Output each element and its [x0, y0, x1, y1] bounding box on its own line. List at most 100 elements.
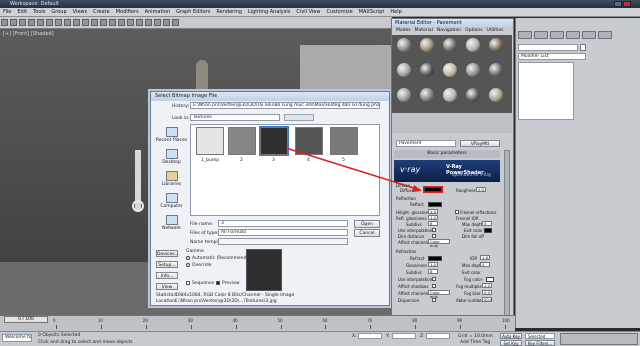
- menu-maxscript[interactable]: MAXScript: [356, 8, 388, 16]
- material-sample-sphere[interactable]: [420, 63, 434, 77]
- nav-libraries[interactable]: Libraries: [155, 170, 188, 192]
- filename-input[interactable]: 3: [218, 220, 348, 227]
- menu-tools[interactable]: Tools: [30, 8, 48, 16]
- render-frame-icon[interactable]: [163, 19, 170, 26]
- minimize-button[interactable]: [614, 1, 622, 7]
- menu-create[interactable]: Create: [90, 8, 113, 16]
- render-icon[interactable]: [172, 19, 179, 26]
- material-sample-sphere[interactable]: [466, 88, 480, 102]
- menu-rendering[interactable]: Rendering: [213, 8, 245, 16]
- sequence-checkbox[interactable]: [186, 281, 190, 285]
- thumbnail-4[interactable]: [295, 127, 323, 155]
- curve-editor-icon[interactable]: [127, 19, 134, 26]
- object-name-input[interactable]: [518, 44, 578, 51]
- cancel-button[interactable]: Cancel: [354, 229, 380, 237]
- preview-checkbox[interactable]: [216, 281, 220, 285]
- menu-animation[interactable]: Animation: [142, 8, 174, 16]
- select-by-name-icon[interactable]: [46, 19, 53, 26]
- menu-civil-view[interactable]: Civil View: [293, 8, 323, 16]
- nav-desktop[interactable]: Desktop: [155, 148, 188, 170]
- thumbnail-3[interactable]: [259, 126, 289, 156]
- menu-customize[interactable]: Customize: [323, 8, 355, 16]
- material-editor-scrollbar[interactable]: [504, 150, 510, 320]
- max-depth-spinner[interactable]: 5: [482, 221, 492, 226]
- diffuse-color-swatch[interactable]: [423, 186, 443, 193]
- menu-file[interactable]: File: [0, 8, 14, 16]
- select-icon[interactable]: [37, 19, 44, 26]
- scale-icon[interactable]: [73, 19, 80, 26]
- material-sample-sphere[interactable]: [443, 63, 457, 77]
- x-coord-input[interactable]: [358, 333, 382, 339]
- med-menu-material[interactable]: Material: [413, 28, 435, 33]
- med-menu-options[interactable]: Options: [463, 28, 484, 33]
- affect-channels-dropdown[interactable]: Color only: [428, 239, 450, 248]
- add-time-tag[interactable]: Add Time Tag: [460, 340, 490, 345]
- dim-distance-checkbox[interactable]: [432, 234, 436, 238]
- lookin-dropdown[interactable]: Textures: [190, 114, 280, 121]
- thumbnail-1-bump[interactable]: [196, 127, 224, 155]
- abbe-spinner[interactable]: 50.0: [482, 297, 492, 302]
- set-key-button[interactable]: Set Key: [500, 340, 522, 346]
- render-setup-icon[interactable]: [154, 19, 161, 26]
- material-sample-sphere[interactable]: [443, 38, 457, 52]
- open-button[interactable]: Open: [354, 220, 380, 228]
- menu-graph-editors[interactable]: Graph Editors: [173, 8, 213, 16]
- history-dropdown[interactable]: E:\Nhan pro\Vertex\@3D\3D\Tài liệu\Bổ su…: [190, 102, 380, 109]
- display-tab-icon[interactable]: [582, 31, 596, 39]
- nav-recent-places[interactable]: Recent Places: [155, 126, 188, 148]
- y-coord-input[interactable]: [392, 333, 416, 339]
- material-sample-sphere[interactable]: [489, 63, 503, 77]
- menu-lighting-analysis[interactable]: Lighting Analysis: [245, 8, 293, 16]
- viewport-label[interactable]: [+] [Front] [Shaded]: [3, 31, 54, 37]
- hierarchy-tab-icon[interactable]: [550, 31, 564, 39]
- material-sample-sphere[interactable]: [397, 38, 411, 52]
- link-icon[interactable]: [19, 19, 26, 26]
- menu-help[interactable]: Help: [387, 8, 404, 16]
- unlink-icon[interactable]: [28, 19, 35, 26]
- view-button[interactable]: View: [156, 283, 178, 290]
- motion-tab-icon[interactable]: [566, 31, 580, 39]
- basic-params-rollout[interactable]: Basic parameters: [394, 150, 500, 158]
- material-type-button[interactable]: VRayMtl: [460, 140, 500, 147]
- fresnel-checkbox[interactable]: [455, 210, 459, 214]
- material-sample-sphere[interactable]: [420, 38, 434, 52]
- med-menu-utilities[interactable]: Utilities: [485, 28, 506, 33]
- setup-button[interactable]: Setup...: [156, 261, 178, 268]
- material-sample-sphere[interactable]: [466, 38, 480, 52]
- material-editor-icon[interactable]: [145, 19, 152, 26]
- schematic-icon[interactable]: [136, 19, 143, 26]
- redo-icon[interactable]: [10, 19, 17, 26]
- glossiness-spinner[interactable]: 1.0: [428, 262, 438, 267]
- refract-subdivs-spinner[interactable]: 8: [428, 269, 438, 274]
- maxscript-listener[interactable]: Welcome to M: [2, 334, 32, 342]
- refract-use-interp-checkbox[interactable]: [432, 277, 436, 281]
- subdivs-spinner[interactable]: 8: [428, 221, 438, 226]
- menu-group[interactable]: Group: [48, 8, 69, 16]
- use-interp-checkbox[interactable]: [432, 228, 436, 232]
- material-sample-sphere[interactable]: [489, 88, 503, 102]
- thumbnail-2[interactable]: [228, 127, 256, 155]
- exit-color-swatch[interactable]: [484, 228, 492, 233]
- playback-controls[interactable]: [560, 333, 638, 345]
- nav-network[interactable]: Network: [155, 214, 188, 236]
- mirror-icon[interactable]: [100, 19, 107, 26]
- timeline[interactable]: [0, 315, 515, 331]
- key-filters-button[interactable]: Key Filters...: [525, 340, 555, 346]
- material-sample-sphere[interactable]: [466, 63, 480, 77]
- filetype-dropdown[interactable]: All Formats: [218, 229, 348, 236]
- snap-icon[interactable]: [82, 19, 89, 26]
- material-sample-sphere[interactable]: [397, 63, 411, 77]
- material-sample-sphere[interactable]: [397, 88, 411, 102]
- rotate-icon[interactable]: [64, 19, 71, 26]
- create-tab-icon[interactable]: [518, 31, 532, 39]
- reflect-color-swatch[interactable]: [428, 202, 442, 207]
- object-color-swatch[interactable]: [580, 44, 586, 51]
- align-icon[interactable]: [109, 19, 116, 26]
- devices-button[interactable]: Devices...: [156, 250, 179, 257]
- refl-gloss-spinner[interactable]: 1.0: [428, 215, 438, 220]
- utilities-tab-icon[interactable]: [598, 31, 612, 39]
- ior-spinner[interactable]: 1.6: [480, 255, 490, 260]
- affect-shadows-checkbox[interactable]: [432, 284, 436, 288]
- close-button[interactable]: [623, 1, 631, 7]
- material-sample-sphere[interactable]: [443, 88, 457, 102]
